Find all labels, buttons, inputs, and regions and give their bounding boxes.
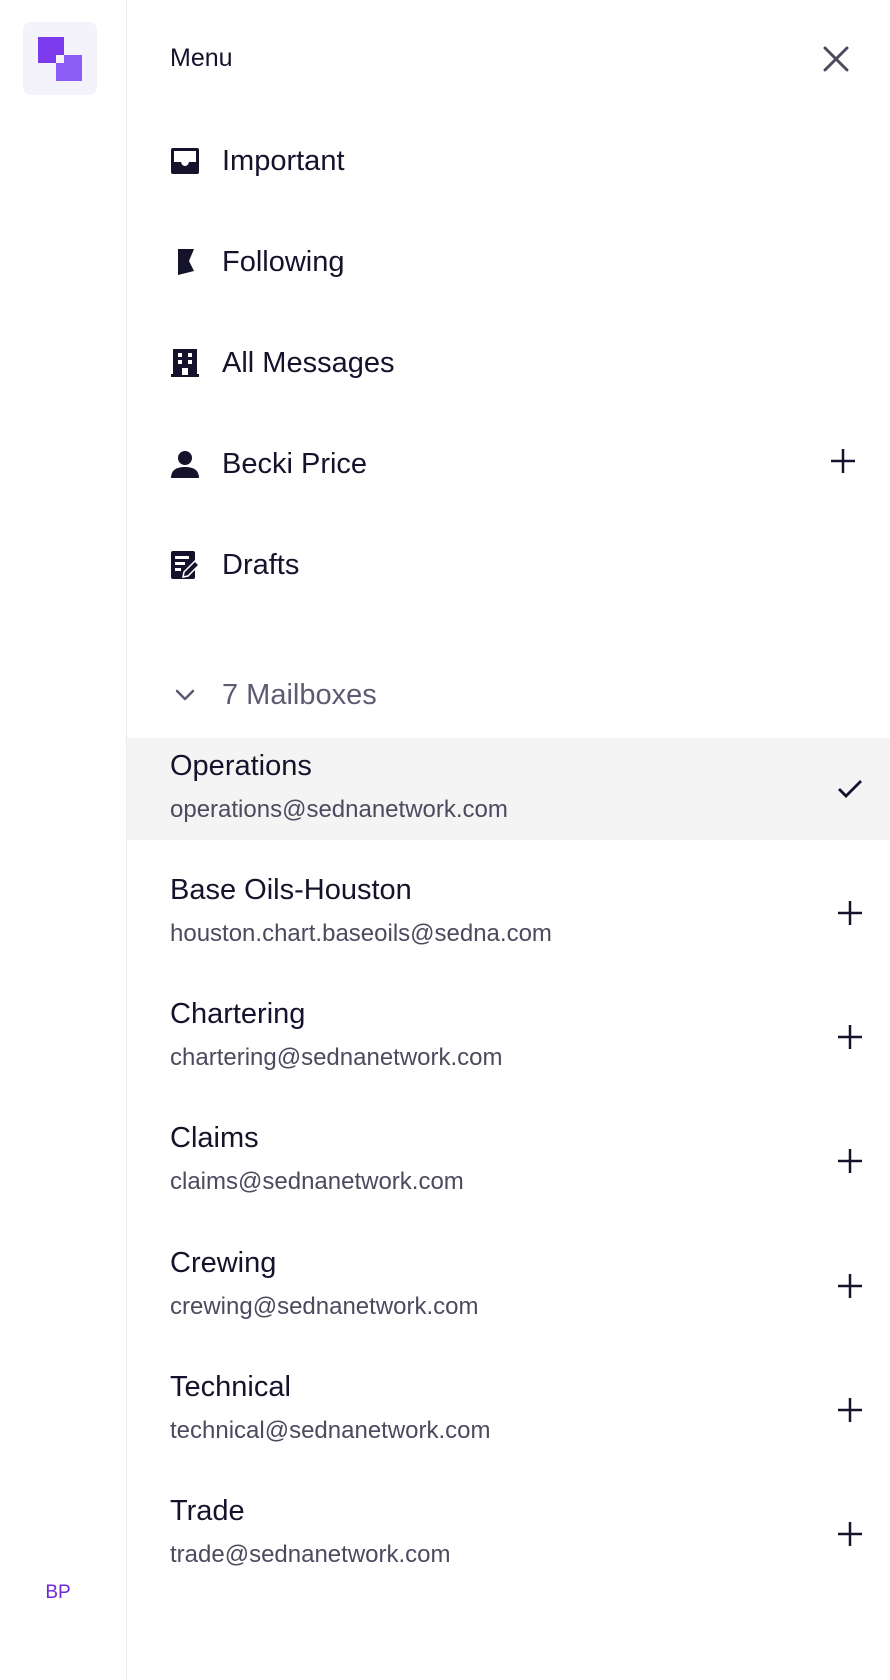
mailbox-item-base-oils-houston[interactable]: Base Oils-Houston houston.chart.baseoils… [127, 862, 890, 964]
mailbox-email: chartering@sednanetwork.com [170, 1044, 503, 1071]
left-rail: BP [0, 0, 127, 1680]
close-icon [823, 46, 849, 72]
add-icon[interactable] [830, 448, 856, 479]
mailboxes-count-label: 7 Mailboxes [222, 678, 377, 711]
mailbox-item-technical[interactable]: Technical technical@sednanetwork.com [127, 1359, 890, 1461]
nav-label: Drafts [222, 548, 300, 581]
mailbox-email: technical@sednanetwork.com [170, 1417, 491, 1444]
mailbox-email: claims@sednanetwork.com [170, 1168, 464, 1195]
mailbox-item-operations[interactable]: Operations operations@sednanetwork.com [127, 738, 890, 840]
add-icon[interactable] [835, 1146, 865, 1176]
add-icon[interactable] [835, 898, 865, 928]
menu-title: Menu [170, 44, 233, 72]
building-icon [170, 348, 200, 378]
mailbox-name: Trade [170, 1495, 245, 1527]
nav-item-important[interactable]: Important [170, 131, 850, 191]
mailbox-name: Crewing [170, 1247, 277, 1279]
edit-note-icon [170, 550, 200, 580]
mailbox-name: Claims [170, 1122, 259, 1154]
check-icon [835, 774, 865, 804]
add-icon[interactable] [835, 1271, 865, 1301]
mailbox-name: Chartering [170, 998, 306, 1030]
nav-label: Following [222, 245, 345, 278]
nav-item-all-messages[interactable]: All Messages [170, 333, 850, 393]
menu-panel: Menu Important Following All Messages Be… [127, 0, 890, 1680]
nav-item-drafts[interactable]: Drafts [170, 535, 850, 595]
app-logo[interactable] [23, 22, 97, 95]
add-icon[interactable] [835, 1022, 865, 1052]
mailbox-email: houston.chart.baseoils@sedna.com [170, 920, 552, 947]
mailbox-name: Technical [170, 1371, 291, 1403]
inbox-icon [170, 146, 200, 176]
bookmark-icon [170, 247, 200, 277]
nav-label: Becki Price [222, 447, 368, 480]
mailbox-item-claims[interactable]: Claims claims@sednanetwork.com [127, 1110, 890, 1212]
nav-label: Important [222, 144, 345, 177]
mailbox-item-trade[interactable]: Trade trade@sednanetwork.com [127, 1483, 890, 1585]
app-logo-icon [38, 36, 82, 81]
mailbox-name: Base Oils-Houston [170, 874, 412, 906]
nav-item-becki-price[interactable]: Becki Price [170, 434, 855, 494]
mailbox-email: crewing@sednanetwork.com [170, 1293, 479, 1320]
mailbox-email: operations@sednanetwork.com [170, 796, 508, 823]
add-icon[interactable] [835, 1395, 865, 1425]
mailbox-item-crewing[interactable]: Crewing crewing@sednanetwork.com [127, 1235, 890, 1337]
chevron-down-icon [170, 689, 200, 701]
nav-label: All Messages [222, 346, 395, 379]
mailbox-name: Operations [170, 750, 312, 782]
nav-item-following[interactable]: Following [170, 232, 850, 292]
close-button[interactable] [819, 42, 853, 76]
add-icon[interactable] [835, 1519, 865, 1549]
mailboxes-toggle[interactable]: 7 Mailboxes [170, 670, 377, 720]
avatar[interactable]: BP [38, 1582, 78, 1604]
person-icon [170, 449, 200, 479]
mailbox-item-chartering[interactable]: Chartering chartering@sednanetwork.com [127, 986, 890, 1088]
mailbox-email: trade@sednanetwork.com [170, 1541, 451, 1568]
